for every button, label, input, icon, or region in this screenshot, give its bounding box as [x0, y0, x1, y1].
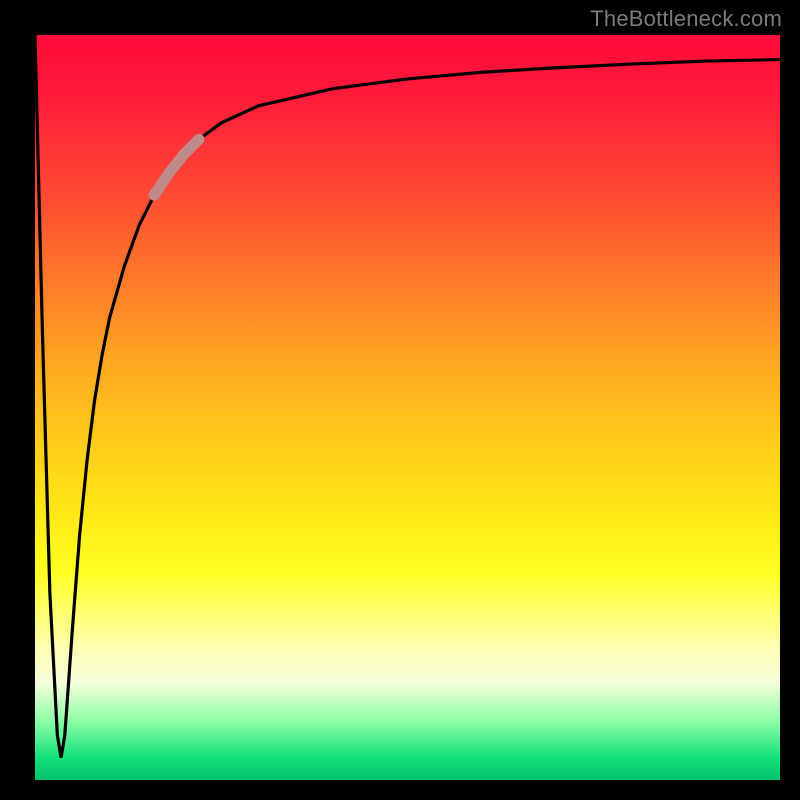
attribution-text: TheBottleneck.com: [590, 6, 782, 32]
chart-frame: TheBottleneck.com: [0, 0, 800, 800]
bottleneck-curve: [35, 35, 780, 780]
curve-path: [35, 35, 780, 758]
curve-highlight: [154, 139, 199, 195]
plot-area: [35, 35, 780, 780]
